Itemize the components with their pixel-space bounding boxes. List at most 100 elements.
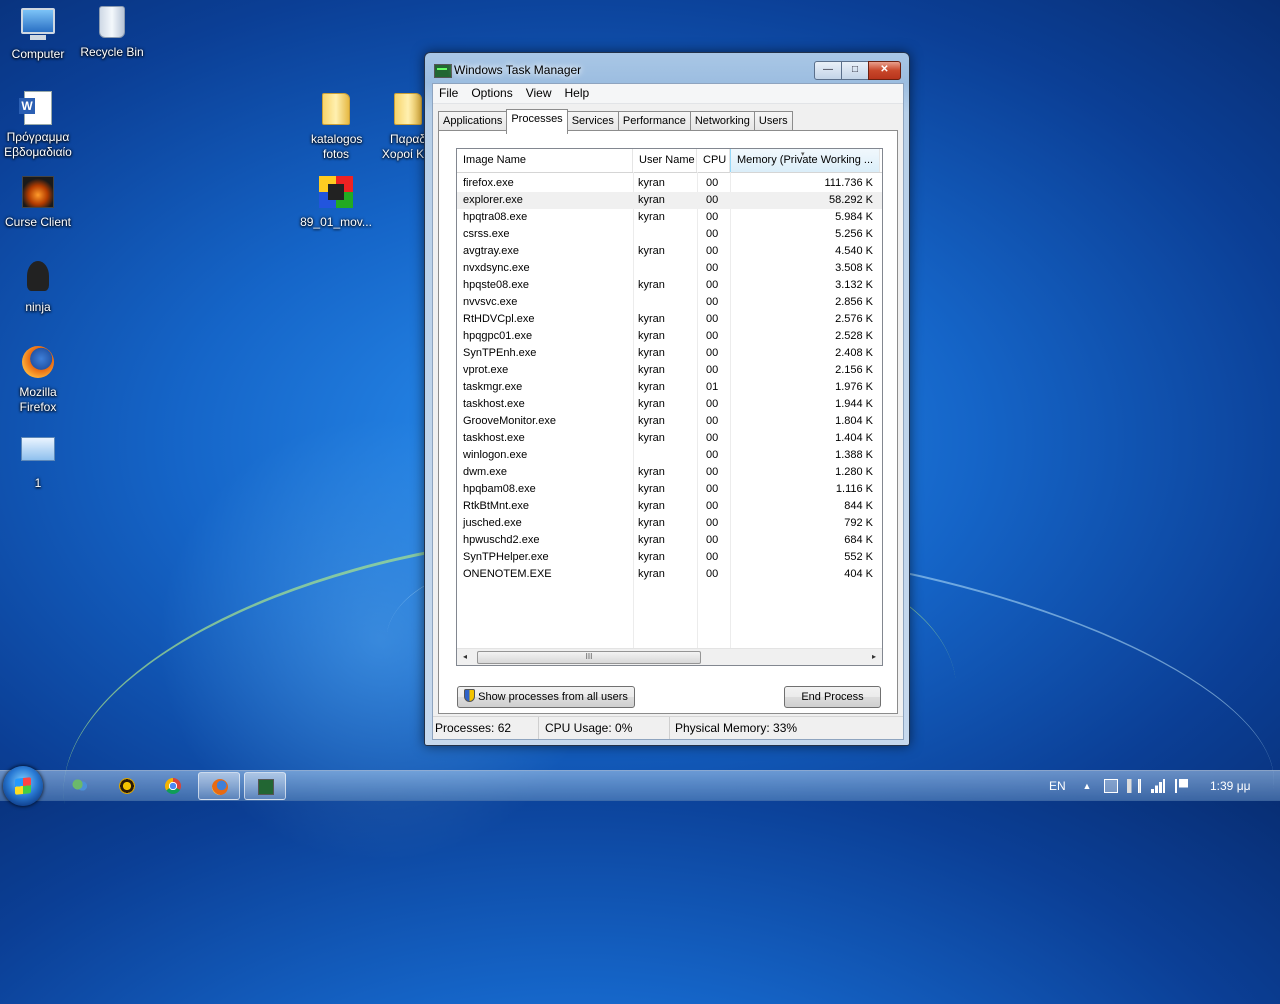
- desktop-icon-video[interactable]: 89_01_mov...: [298, 176, 374, 230]
- process-user-name: kyran: [638, 551, 665, 563]
- table-row[interactable]: explorer.exe kyran 00 58.292 K: [457, 192, 882, 209]
- desktop-icon-word-document[interactable]: Πρόγραμμα Εβδομαδιαίο: [0, 91, 76, 160]
- process-user-name: kyran: [638, 415, 665, 427]
- process-image-name: RtHDVCpl.exe: [463, 313, 535, 325]
- table-row[interactable]: RtHDVCpl.exe kyran 00 2.576 K: [457, 311, 882, 328]
- menu-view[interactable]: View: [520, 84, 559, 103]
- table-row[interactable]: avgtray.exe kyran 00 4.540 K: [457, 243, 882, 260]
- table-row[interactable]: hpqgpc01.exe kyran 00 2.528 K: [457, 328, 882, 345]
- scroll-right-arrow[interactable]: ▸: [866, 649, 882, 665]
- table-row[interactable]: nvxdsync.exe 00 3.508 K: [457, 260, 882, 277]
- column-user-name[interactable]: User Name: [633, 149, 697, 172]
- minimize-button[interactable]: —: [814, 61, 842, 80]
- process-image-name: explorer.exe: [463, 194, 523, 206]
- sort-descending-icon: ▾: [801, 151, 805, 158]
- process-cpu: 00: [706, 364, 719, 376]
- scroll-left-arrow[interactable]: ◂: [457, 649, 473, 665]
- process-image-name: SynTPEnh.exe: [463, 347, 537, 359]
- table-row[interactable]: firefox.exe kyran 00 111.736 K: [457, 175, 882, 192]
- column-memory[interactable]: ▾ Memory (Private Working ...: [730, 149, 880, 172]
- column-image-name[interactable]: Image Name: [457, 149, 633, 172]
- table-row[interactable]: hpqbam08.exe kyran 00 1.116 K: [457, 481, 882, 498]
- menu-file[interactable]: File: [433, 84, 465, 103]
- task-manager-window: Windows Task Manager — □ ✕ File Options …: [424, 52, 910, 746]
- table-row[interactable]: taskmgr.exe kyran 01 1.976 K: [457, 379, 882, 396]
- volume-icon[interactable]: [1127, 779, 1141, 793]
- desktop-icon-label: katalogos fotos: [311, 132, 363, 161]
- table-row[interactable]: vprot.exe kyran 00 2.156 K: [457, 362, 882, 379]
- process-cpu: 00: [706, 551, 719, 563]
- table-row[interactable]: SynTPHelper.exe kyran 00 552 K: [457, 549, 882, 566]
- menu-help[interactable]: Help: [559, 84, 597, 103]
- table-row[interactable]: RtkBtMnt.exe kyran 00 844 K: [457, 498, 882, 515]
- process-cpu: 00: [706, 347, 719, 359]
- desktop-icon-shortcut-1[interactable]: 1: [0, 431, 76, 491]
- table-row[interactable]: GrooveMonitor.exe kyran 00 1.804 K: [457, 413, 882, 430]
- process-memory: 5.984 K: [835, 211, 873, 223]
- process-list[interactable]: Image Name User Name CPU ▾ Memory (Priva…: [456, 148, 883, 666]
- desktop-icon-computer[interactable]: Computer: [0, 6, 76, 62]
- table-row[interactable]: nvvsvc.exe 00 2.856 K: [457, 294, 882, 311]
- desktop-icon-curse-client[interactable]: Curse Client: [0, 176, 76, 230]
- table-row[interactable]: hpqste08.exe kyran 00 3.132 K: [457, 277, 882, 294]
- process-image-name: GrooveMonitor.exe: [463, 415, 556, 427]
- desktop-icon-recycle-bin[interactable]: Recycle Bin: [74, 6, 150, 60]
- folder-icon: [318, 93, 354, 129]
- table-row[interactable]: winlogon.exe 00 1.388 K: [457, 447, 882, 464]
- process-memory: 844 K: [844, 500, 873, 512]
- desktop-icon-label: ninja: [25, 300, 51, 314]
- process-cpu: 00: [706, 517, 719, 529]
- desktop-icon-firefox[interactable]: Mozilla Firefox: [0, 346, 76, 415]
- process-cpu: 00: [706, 449, 719, 461]
- table-row[interactable]: hpqtra08.exe kyran 00 5.984 K: [457, 209, 882, 226]
- process-memory: 2.856 K: [835, 296, 873, 308]
- process-user-name: kyran: [638, 466, 665, 478]
- taskbar-item-firefox[interactable]: [198, 772, 240, 800]
- process-cpu: 00: [706, 177, 719, 189]
- menu-options[interactable]: Options: [465, 84, 519, 103]
- scroll-thumb[interactable]: III: [477, 651, 701, 664]
- show-all-users-button[interactable]: Show processes from all users: [457, 686, 635, 708]
- start-button[interactable]: [3, 766, 43, 806]
- table-row[interactable]: ONENOTEM.EXE kyran 00 404 K: [457, 566, 882, 583]
- table-row[interactable]: jusched.exe kyran 00 792 K: [457, 515, 882, 532]
- process-memory: 1.388 K: [835, 449, 873, 461]
- process-user-name: kyran: [638, 245, 665, 257]
- table-row[interactable]: csrss.exe 00 5.256 K: [457, 226, 882, 243]
- process-cpu: 00: [706, 398, 719, 410]
- end-process-button[interactable]: End Process: [784, 686, 881, 708]
- process-cpu: 00: [706, 211, 719, 223]
- table-row[interactable]: taskhost.exe kyran 00 1.404 K: [457, 430, 882, 447]
- tab-strip: Applications Processes Services Performa…: [438, 109, 793, 134]
- desktop-icon-folder-katalogos[interactable]: katalogos fotos: [298, 91, 374, 162]
- taskbar-item-task-manager[interactable]: [244, 772, 286, 800]
- table-row[interactable]: hpwuschd2.exe kyran 00 684 K: [457, 532, 882, 549]
- title-bar[interactable]: Windows Task Manager — □ ✕: [425, 53, 909, 83]
- taskbar-item-people[interactable]: [59, 772, 101, 800]
- desktop-icon-ninja[interactable]: ninja: [0, 261, 76, 315]
- process-cpu: 00: [706, 534, 719, 546]
- clock[interactable]: 1:39 μμ: [1210, 771, 1251, 801]
- action-center-flag-icon[interactable]: [1175, 779, 1189, 793]
- table-row[interactable]: dwm.exe kyran 00 1.280 K: [457, 464, 882, 481]
- process-memory: 2.576 K: [835, 313, 873, 325]
- maximize-button[interactable]: □: [841, 61, 869, 80]
- desktop-icon-label: Πρόγραμμα Εβδομαδιαίο: [4, 130, 72, 159]
- taskbar-item-wow[interactable]: [106, 772, 148, 800]
- close-button[interactable]: ✕: [868, 61, 901, 80]
- table-row[interactable]: taskhost.exe kyran 00 1.944 K: [457, 396, 882, 413]
- tab-processes[interactable]: Processes: [506, 109, 568, 134]
- wifi-signal-icon[interactable]: [1151, 779, 1165, 793]
- video-file-icon: [318, 176, 354, 212]
- column-cpu[interactable]: CPU: [697, 149, 730, 172]
- process-memory: 1.976 K: [835, 381, 873, 393]
- taskbar-item-chrome[interactable]: [152, 772, 194, 800]
- show-hidden-icons-arrow[interactable]: ▲: [1080, 779, 1094, 793]
- process-cpu: 00: [706, 262, 719, 274]
- table-row[interactable]: SynTPEnh.exe kyran 00 2.408 K: [457, 345, 882, 362]
- network-icon[interactable]: [1104, 779, 1118, 793]
- horizontal-scrollbar[interactable]: ◂ III ▸: [457, 648, 882, 665]
- language-indicator[interactable]: EN: [1049, 771, 1066, 801]
- process-rows: firefox.exe kyran 00 111.736 K explorer.exe k…: [457, 175, 882, 583]
- word-document-icon: [19, 91, 56, 127]
